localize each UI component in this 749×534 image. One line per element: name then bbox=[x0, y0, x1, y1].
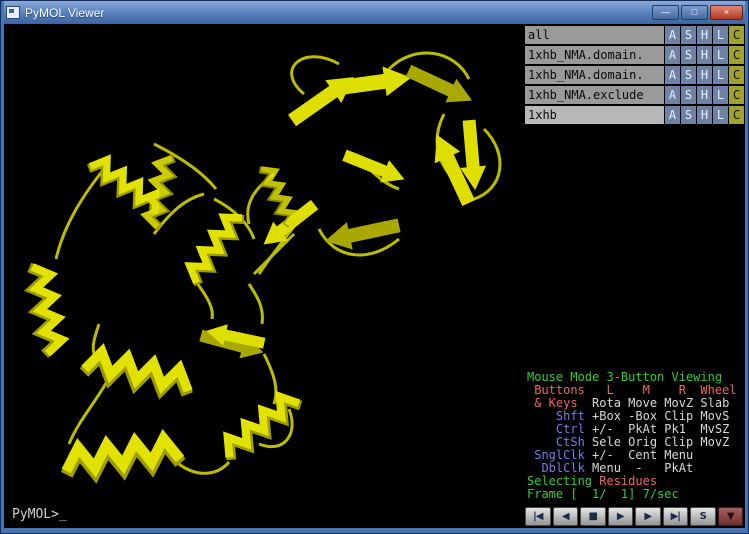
object-name[interactable]: 1xhb_NMA.domain. bbox=[525, 66, 664, 84]
s-button[interactable]: S bbox=[690, 507, 716, 526]
window-content: PyMOL>_ allASHLC1xhb_NMA.domain.ASHLC1xh… bbox=[4, 24, 745, 528]
close-button[interactable]: × bbox=[710, 5, 743, 20]
object-label-button[interactable]: L bbox=[713, 106, 728, 124]
object-name[interactable]: 1xhb_NMA.exclude bbox=[525, 86, 664, 104]
mouse-panel-line: Frame [ 1/ 1] 7/sec bbox=[527, 488, 744, 501]
viewport[interactable]: PyMOL>_ bbox=[4, 24, 523, 528]
object-name[interactable]: 1xhb bbox=[525, 106, 664, 124]
object-action-button[interactable]: A bbox=[665, 26, 680, 44]
object-row: 1xhb_NMA.domain.ASHLC bbox=[525, 46, 744, 64]
object-row: 1xhb_NMA.excludeASHLC bbox=[525, 86, 744, 104]
object-row: 1xhb_NMA.domain.ASHLC bbox=[525, 66, 744, 84]
object-panel: allASHLC1xhb_NMA.domain.ASHLC1xhb_NMA.do… bbox=[525, 26, 744, 126]
object-hide-button[interactable]: H bbox=[697, 86, 712, 104]
object-label-button[interactable]: L bbox=[713, 86, 728, 104]
skip-to-end-button[interactable]: ▶| bbox=[663, 507, 689, 526]
command-prompt[interactable]: PyMOL>_ bbox=[12, 507, 67, 522]
object-show-button[interactable]: S bbox=[681, 106, 696, 124]
step-back-button[interactable]: ◀ bbox=[553, 507, 579, 526]
object-show-button[interactable]: S bbox=[681, 46, 696, 64]
object-action-button[interactable]: A bbox=[665, 86, 680, 104]
object-row: 1xhbASHLC bbox=[525, 106, 744, 124]
object-hide-button[interactable]: H bbox=[697, 46, 712, 64]
minimize-button[interactable]: — bbox=[652, 5, 679, 20]
object-label-button[interactable]: L bbox=[713, 26, 728, 44]
object-color-button[interactable]: C bbox=[729, 46, 744, 64]
object-action-button[interactable]: A bbox=[665, 106, 680, 124]
object-color-button[interactable]: C bbox=[729, 26, 744, 44]
stop-button[interactable]: ■ bbox=[580, 507, 606, 526]
object-name[interactable]: all bbox=[525, 26, 664, 44]
object-color-button[interactable]: C bbox=[729, 106, 744, 124]
step-forward-button[interactable]: ▶ bbox=[635, 507, 661, 526]
scene-menu-button[interactable]: ▼ bbox=[718, 507, 744, 526]
object-hide-button[interactable]: H bbox=[697, 66, 712, 84]
titlebar[interactable]: PyMOL Viewer — □ × bbox=[4, 1, 745, 24]
object-hide-button[interactable]: H bbox=[697, 106, 712, 124]
object-action-button[interactable]: A bbox=[665, 46, 680, 64]
object-show-button[interactable]: S bbox=[681, 26, 696, 44]
protein-ribbon bbox=[4, 24, 521, 528]
object-show-button[interactable]: S bbox=[681, 66, 696, 84]
playback-controls: |◀◀■▶▶▶|S▼ bbox=[525, 507, 744, 526]
skip-to-start-button[interactable]: |◀ bbox=[525, 507, 551, 526]
sidebar: allASHLC1xhb_NMA.domain.ASHLC1xhb_NMA.do… bbox=[523, 24, 745, 528]
window-title: PyMOL Viewer bbox=[25, 6, 647, 20]
mouse-mode-panel: Mouse Mode 3-Button Viewing Buttons L M … bbox=[525, 369, 744, 505]
app-icon bbox=[6, 6, 20, 19]
object-hide-button[interactable]: H bbox=[697, 26, 712, 44]
object-name[interactable]: 1xhb_NMA.domain. bbox=[525, 46, 664, 64]
maximize-button[interactable]: □ bbox=[681, 5, 708, 20]
object-row: allASHLC bbox=[525, 26, 744, 44]
object-label-button[interactable]: L bbox=[713, 46, 728, 64]
play-button[interactable]: ▶ bbox=[608, 507, 634, 526]
window-controls: — □ × bbox=[652, 5, 743, 20]
panel-spacer bbox=[525, 126, 744, 369]
object-label-button[interactable]: L bbox=[713, 66, 728, 84]
object-color-button[interactable]: C bbox=[729, 86, 744, 104]
pymol-window: PyMOL Viewer — □ × bbox=[0, 0, 749, 534]
object-action-button[interactable]: A bbox=[665, 66, 680, 84]
object-show-button[interactable]: S bbox=[681, 86, 696, 104]
object-color-button[interactable]: C bbox=[729, 66, 744, 84]
